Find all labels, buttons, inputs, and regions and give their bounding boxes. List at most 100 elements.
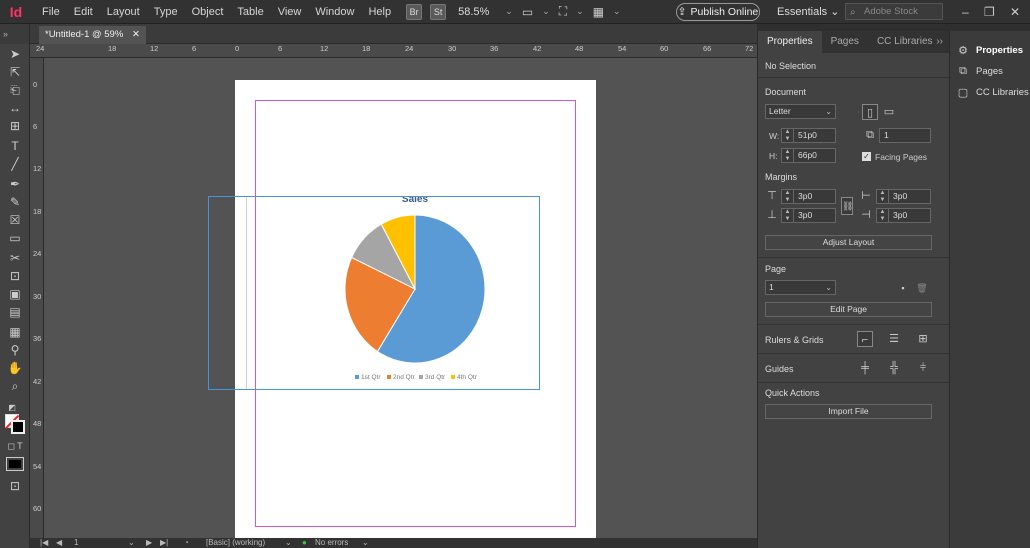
rectangle-tool-icon[interactable]: ▭ [7,230,23,246]
view-options-icon[interactable]: ▭ [522,5,533,19]
content-collector-icon[interactable]: ⊞ [7,118,23,134]
chart-frame[interactable]: Sales 1st Qtr 2nd Qtr 3rd Qtr 4th Qtr [208,194,540,390]
hand-tool-icon[interactable]: ✋ [7,360,23,376]
screen-mode-icon[interactable]: ⛶ [559,4,567,19]
ruler-toggle-icon[interactable]: ⌐ [857,331,873,347]
page-size-dropdown[interactable]: Letter ⌄ [765,104,836,119]
open-page-icon[interactable]: ◔ [184,538,189,548]
prev-page-icon[interactable]: ◀ [56,538,62,548]
direct-selection-tool-icon[interactable]: ⇱ [7,64,23,80]
restore-button[interactable]: ❐ [984,0,995,24]
preflight-chevron-down-icon[interactable]: ⌄ [362,538,369,548]
apply-color-icon[interactable] [6,457,24,471]
guides-toggle-icon[interactable]: ╪ [857,360,873,376]
bridge-button[interactable]: Br [406,3,423,20]
document-grid-icon[interactable]: ⊞ [915,331,931,347]
height-stepper-icon[interactable]: ▲ ▼ [782,149,794,162]
margin-top-stepper-icon[interactable]: ▲ ▼ [782,190,794,203]
rectangle-frame-tool-icon[interactable]: ☒ [7,212,23,228]
close-icon[interactable]: ✕ [132,29,140,40]
pen-tool-icon[interactable]: ✒ [7,176,23,192]
adjust-layout-button[interactable]: Adjust Layout [765,235,932,250]
dock-cc-libraries[interactable]: ▢ CC Libraries [956,82,1029,102]
dock-properties[interactable]: ⚙ Properties [956,40,1023,60]
import-file-button[interactable]: Import File [765,404,932,419]
menu-layout[interactable]: Layout [100,0,147,24]
page-number-field[interactable]: 1 [74,538,78,548]
close-window-button[interactable]: ✕ [1010,0,1020,24]
margin-top-field[interactable]: ▲ ▼ 3p0 [781,189,836,204]
menu-edit[interactable]: Edit [67,0,100,24]
arrange-documents-icon[interactable]: ▦ [593,5,604,19]
zoom-chevron-down-icon[interactable]: ⌄ [505,6,513,17]
note-tool-icon[interactable]: ▦ [7,324,23,340]
gradient-swatch-tool-icon[interactable]: ▣ [7,286,23,302]
width-stepper-icon[interactable]: ▲ ▼ [782,129,794,142]
page-chevron-down-icon[interactable]: ⌄ [128,538,135,548]
tab-properties[interactable]: Properties [758,31,822,53]
pencil-tool-icon[interactable]: ✎ [7,194,23,210]
margin-right-stepper-icon[interactable]: ▲ ▼ [877,209,889,222]
height-field[interactable]: ▲ ▼ 66p0 [781,148,836,163]
gap-tool-icon[interactable]: ↔ [7,100,23,116]
stock-button[interactable]: St [430,3,447,20]
workspace-switcher[interactable]: Essentials ⌄ [777,0,839,24]
arrange-chevron-down-icon[interactable]: ⌄ [613,6,621,17]
line-tool-icon[interactable]: ╱ [7,156,23,172]
workflow-status[interactable]: [Basic] (working) [206,538,265,548]
page-dropdown[interactable]: 1 ⌄ [765,280,836,295]
last-page-icon[interactable]: ▶| [160,538,168,548]
workflow-chevron-down-icon[interactable]: ⌄ [285,538,292,548]
vertical-ruler[interactable]: 0 6 12 18 24 30 36 42 48 54 60 [30,58,44,538]
dock-pages[interactable]: ⧉ Pages [956,61,1003,81]
trash-icon[interactable]: 🗑 [914,280,930,296]
preflight-errors[interactable]: No errors [315,538,348,548]
edit-page-button[interactable]: Edit Page [765,302,932,317]
menu-window[interactable]: Window [308,0,361,24]
panel-menu-icon[interactable]: ›› [936,31,943,53]
width-field[interactable]: ▲ ▼ 51p0 [781,128,836,143]
horizontal-ruler[interactable]: 24 18 12 6 0 6 12 18 24 30 36 42 48 54 6… [30,44,757,58]
menu-view[interactable]: View [271,0,309,24]
new-page-icon[interactable]: ▪ [895,280,911,296]
link-margins-icon[interactable]: ⛓ [841,197,853,215]
view-chevron-down-icon[interactable]: ⌄ [542,6,550,17]
first-page-icon[interactable]: |◀ [40,538,48,548]
menu-table[interactable]: Table [230,0,270,24]
margin-left-stepper-icon[interactable]: ▲ ▼ [877,190,889,203]
minimize-button[interactable]: – [962,0,969,24]
margin-right-field[interactable]: ▲ ▼ 3p0 [876,208,931,223]
zoom-level[interactable]: 58.5% [458,6,489,18]
smart-guides-icon[interactable]: ╬ [886,360,902,376]
document-tab[interactable]: *Untitled-1 @ 59% ✕ [39,26,146,44]
menu-help[interactable]: Help [361,0,398,24]
margin-left-field[interactable]: ▲ ▼ 3p0 [876,189,931,204]
selection-tool-icon[interactable]: ➤ [7,46,23,62]
lock-guides-icon[interactable]: ⫩ [915,360,931,376]
screen-chevron-down-icon[interactable]: ⌄ [576,6,584,17]
stroke-swatch[interactable] [11,420,25,434]
margin-bottom-field[interactable]: ▲ ▼ 3p0 [781,208,836,223]
gradient-feather-tool-icon[interactable]: ▤ [7,304,23,320]
pages-count-field[interactable]: 1 [879,128,931,143]
landscape-orientation-icon[interactable]: ▭ [881,104,897,120]
eyedropper-tool-icon[interactable]: ⚲ [7,342,23,358]
type-tool-icon[interactable]: T [7,138,23,154]
tab-pages[interactable]: Pages [822,31,868,53]
scissors-tool-icon[interactable]: ✂ [7,250,23,266]
formatting-container-icon[interactable]: ◻ T [7,438,23,454]
page-tool-icon[interactable]: ⎗ [7,82,23,98]
baseline-grid-icon[interactable]: ☰ [886,331,902,347]
margin-bottom-stepper-icon[interactable]: ▲ ▼ [782,209,794,222]
menu-type[interactable]: Type [147,0,185,24]
publish-online-button[interactable]: ⇪ Publish Online [676,3,760,21]
zoom-tool-icon[interactable]: ⌕ [7,378,23,394]
tab-cc-libraries[interactable]: CC Libraries [868,31,942,53]
screen-mode-tool-icon[interactable]: ⊡ [7,478,23,494]
portrait-orientation-icon[interactable]: ▯ [862,104,878,120]
document-canvas[interactable]: Sales 1st Qtr 2nd Qtr 3rd Qtr 4th Qtr [44,58,757,538]
next-page-icon[interactable]: ▶ [146,538,152,548]
facing-pages-checkbox[interactable]: ✓ [862,152,871,161]
stock-search-input[interactable]: ⌕ Adobe Stock [845,3,943,20]
menu-file[interactable]: File [35,0,67,24]
